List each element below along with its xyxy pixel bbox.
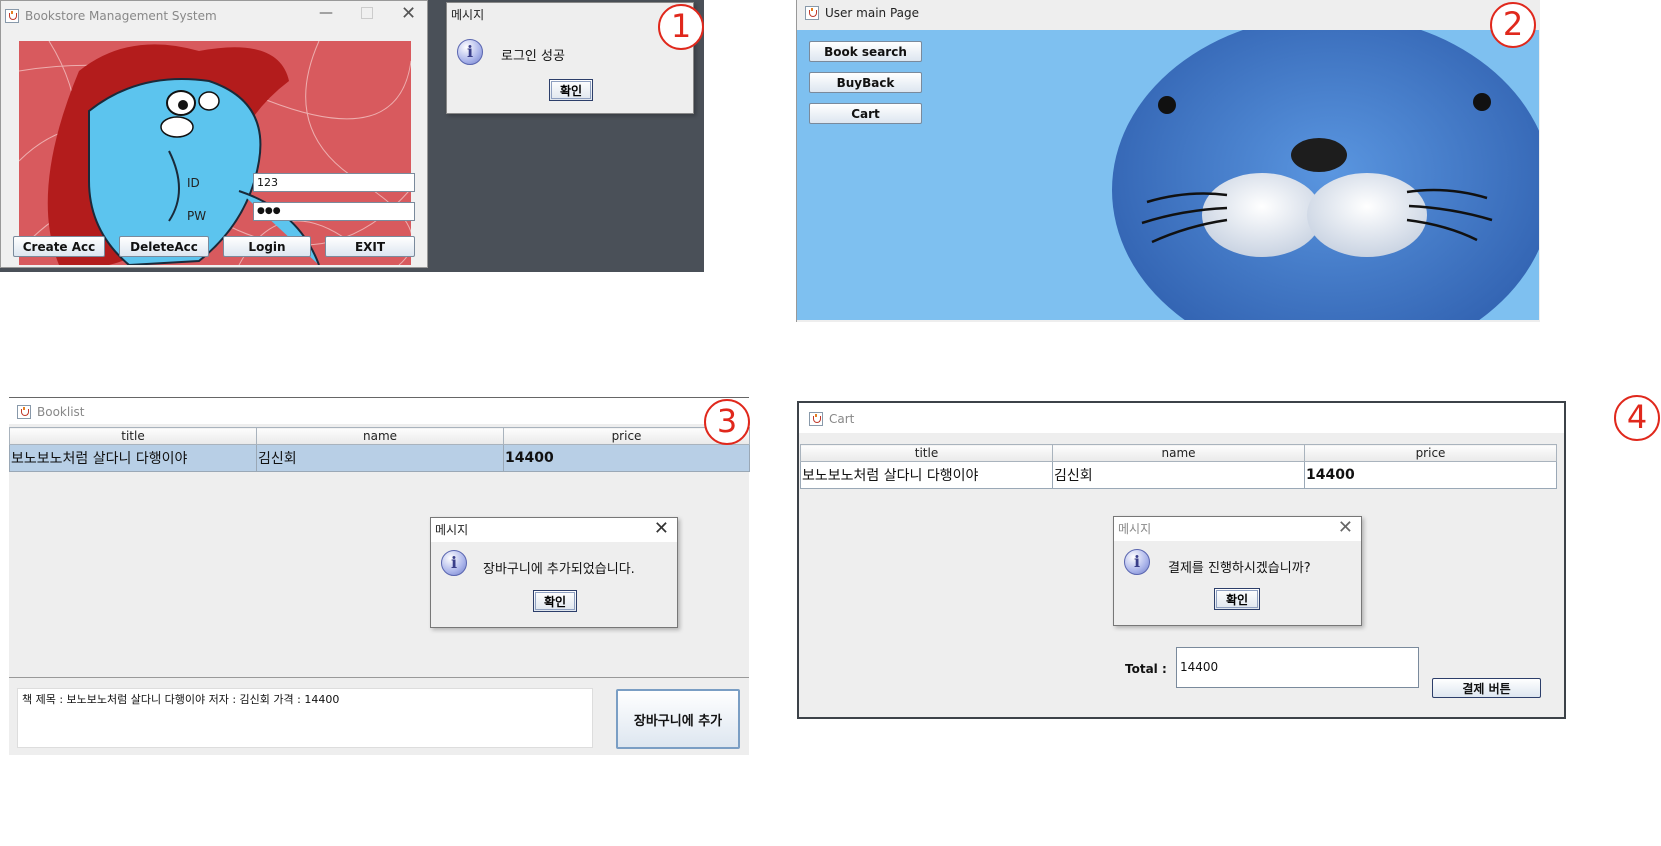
column-header-title[interactable]: title — [9, 427, 257, 445]
table-row[interactable]: 보노보노처럼 살다니 다행이야 김신회 14400 — [800, 461, 1557, 489]
id-label: ID — [187, 176, 200, 190]
column-header-name[interactable]: name — [256, 427, 504, 445]
dialog-title: 메시지 — [451, 8, 485, 22]
book-detail-text: 책 제목 : 보노보노처럼 살다니 다행이야 저자 : 김신회 가격 : 144… — [22, 693, 340, 706]
window-title: Cart — [829, 412, 855, 426]
cell-title[interactable]: 보노보노처럼 살다니 다행이야 — [800, 461, 1053, 489]
cart-button[interactable]: Cart — [809, 103, 922, 124]
booklist-table[interactable]: title name price 보노보노처럼 살다니 다행이야 김신회 144… — [9, 427, 750, 472]
table-row[interactable]: 보노보노처럼 살다니 다행이야 김신회 14400 — [9, 444, 750, 472]
divider — [9, 677, 749, 678]
window-title: User main Page — [825, 6, 920, 20]
ok-button[interactable]: 확인 — [533, 590, 577, 612]
login-button[interactable]: Login — [223, 236, 311, 257]
panel-2: User main Page Book search BuyBack Cart — [796, 0, 1540, 322]
java-icon — [5, 9, 19, 23]
ok-button[interactable]: 확인 — [1214, 588, 1260, 610]
payment-confirm-dialog: 메시지 ✕ i 결제를 진행하시겠습니까? 확인 — [1113, 516, 1362, 626]
table-header: title name price — [800, 444, 1557, 462]
panel-1: Bookstore Management System — ✕ ID PW 12… — [0, 0, 704, 272]
panel-4: Cart title name price 보노보노처럼 살다니 다행이야 김신… — [797, 401, 1566, 719]
login-background-image — [19, 41, 411, 265]
java-icon — [809, 412, 823, 426]
add-to-cart-button[interactable]: 장바구니에 추가 — [616, 689, 740, 749]
create-account-button[interactable]: Create Acc — [13, 236, 105, 257]
info-icon: i — [457, 39, 483, 65]
dialog-message: 로그인 성공 — [501, 49, 565, 64]
cell-name[interactable]: 김신회 — [1052, 461, 1305, 489]
bonobono-illustration — [19, 41, 411, 265]
id-input[interactable]: 123 — [253, 173, 415, 192]
minimize-button[interactable]: — — [319, 5, 333, 21]
total-input-value: 14400 — [1180, 660, 1219, 674]
cell-price[interactable]: 14400 — [503, 444, 750, 472]
panel-3: Booklist title name price 보노보노처럼 살다니 다행이… — [9, 397, 750, 755]
dialog-message: 장바구니에 추가되었습니다. — [483, 562, 635, 577]
login-success-dialog: 메시지 i 로그인 성공 확인 — [446, 2, 694, 114]
main-title-bar: User main Page — [805, 4, 1505, 22]
info-icon: i — [441, 550, 467, 576]
step-badge-1: 1 — [658, 4, 704, 50]
pw-input-value: ●●● — [257, 206, 281, 216]
dialog-title: 메시지 — [1118, 522, 1152, 536]
booklist-title-bar: Booklist — [17, 403, 617, 421]
payment-button[interactable]: 결제 버튼 — [1432, 678, 1541, 698]
close-icon[interactable]: ✕ — [401, 3, 416, 24]
ok-button[interactable]: 확인 — [549, 79, 593, 101]
cart-title-bar: Cart — [809, 410, 1409, 428]
id-input-value: 123 — [257, 176, 278, 189]
total-input[interactable]: 14400 — [1176, 647, 1419, 688]
total-label: Total : — [1125, 662, 1167, 676]
java-icon — [805, 6, 819, 20]
book-search-button[interactable]: Book search — [809, 41, 922, 62]
cell-price[interactable]: 14400 — [1304, 461, 1557, 489]
pw-input[interactable]: ●●● — [253, 202, 415, 221]
buyback-button[interactable]: BuyBack — [809, 72, 922, 93]
step-badge-3: 3 — [704, 399, 750, 445]
book-detail-textarea[interactable]: 책 제목 : 보노보노처럼 살다니 다행이야 저자 : 김신회 가격 : 144… — [17, 688, 593, 748]
table-header: title name price — [9, 427, 750, 445]
close-icon[interactable]: ✕ — [654, 518, 669, 539]
added-to-cart-dialog: 메시지 ✕ i 장바구니에 추가되었습니다. 확인 — [430, 517, 678, 628]
login-window: Bookstore Management System — ✕ ID PW 12… — [0, 0, 428, 268]
window-title: Booklist — [37, 405, 85, 419]
dialog-message: 결제를 진행하시겠습니까? — [1168, 561, 1311, 576]
exit-button[interactable]: EXIT — [325, 236, 415, 257]
cart-table[interactable]: title name price 보노보노처럼 살다니 다행이야 김신회 144… — [800, 444, 1557, 489]
info-icon: i — [1124, 549, 1150, 575]
column-header-title[interactable]: title — [800, 444, 1053, 462]
cell-name[interactable]: 김신회 — [256, 444, 504, 472]
dialog-title: 메시지 — [435, 523, 469, 537]
cell-title[interactable]: 보노보노처럼 살다니 다행이야 — [9, 444, 257, 472]
step-badge-4: 4 — [1614, 395, 1660, 441]
java-icon — [17, 405, 31, 419]
pw-label: PW — [187, 209, 207, 223]
close-icon[interactable]: ✕ — [1338, 517, 1353, 538]
step-badge-2: 2 — [1490, 2, 1536, 48]
maximize-button[interactable] — [361, 7, 373, 19]
column-header-name[interactable]: name — [1052, 444, 1305, 462]
window-title: Bookstore Management System — [25, 9, 217, 23]
column-header-price[interactable]: price — [1304, 444, 1557, 462]
delete-account-button[interactable]: DeleteAcc — [119, 236, 209, 257]
login-title-bar: Bookstore Management System — ✕ — [5, 3, 425, 25]
